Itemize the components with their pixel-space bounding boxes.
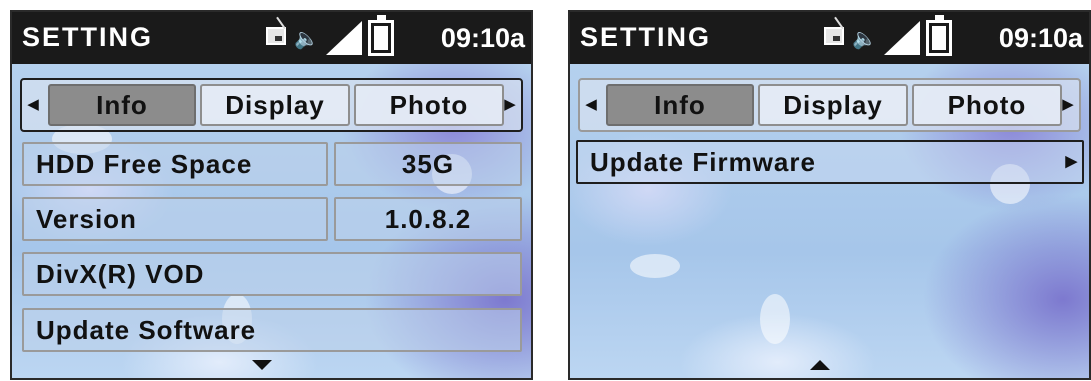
settings-screen-info-page-2: SETTING 🔈 09:10a ◀ Info Display Photo ▶ … [568,10,1091,380]
tab-photo[interactable]: Photo [354,84,504,126]
tab-scroll-left-icon[interactable]: ◀ [24,96,42,114]
speaker-icon: 🔈 [294,28,319,50]
tab-bar: ◀ Info Display Photo ▶ [578,78,1081,132]
clock: 09:10a [998,23,1083,53]
update-firmware-item[interactable]: Update Firmware ▶ [576,140,1084,184]
tab-scroll-right-icon[interactable]: ▶ [501,96,519,114]
scroll-down-icon [252,360,272,370]
photo-icon [266,27,286,45]
update-software-item[interactable]: Update Software [22,308,522,352]
screen-title: SETTING [580,22,712,52]
screen-title: SETTING [22,22,154,52]
clock: 09:10a [440,23,525,53]
scroll-up-icon [810,360,830,370]
status-bar: SETTING 🔈 09:10a [12,12,531,64]
speaker-icon: 🔈 [852,28,877,50]
tab-info[interactable]: Info [48,84,196,126]
divx-vod-item[interactable]: DivX(R) VOD [22,252,522,296]
tab-info[interactable]: Info [606,84,754,126]
hdd-free-space-label[interactable]: HDD Free Space [22,142,328,186]
tab-bar: ◀ Info Display Photo ▶ [20,78,523,132]
settings-screen-info-page-1: SETTING 🔈 09:10a ◀ Info Display Photo ▶ … [10,10,533,380]
status-bar: SETTING 🔈 09:10a [570,12,1089,64]
tab-scroll-left-icon[interactable]: ◀ [582,96,600,114]
tab-display[interactable]: Display [758,84,908,126]
signal-icon [884,21,920,55]
signal-icon [326,21,362,55]
update-firmware-label: Update Firmware [590,147,816,177]
photo-icon [824,27,844,45]
chevron-right-icon: ▶ [1065,153,1078,170]
battery-icon [926,15,952,56]
tab-display[interactable]: Display [200,84,350,126]
version-label[interactable]: Version [22,197,328,241]
battery-icon [368,15,394,56]
tab-scroll-right-icon[interactable]: ▶ [1059,96,1077,114]
tab-photo[interactable]: Photo [912,84,1062,126]
hdd-free-space-value: 35G [334,142,522,186]
version-value: 1.0.8.2 [334,197,522,241]
